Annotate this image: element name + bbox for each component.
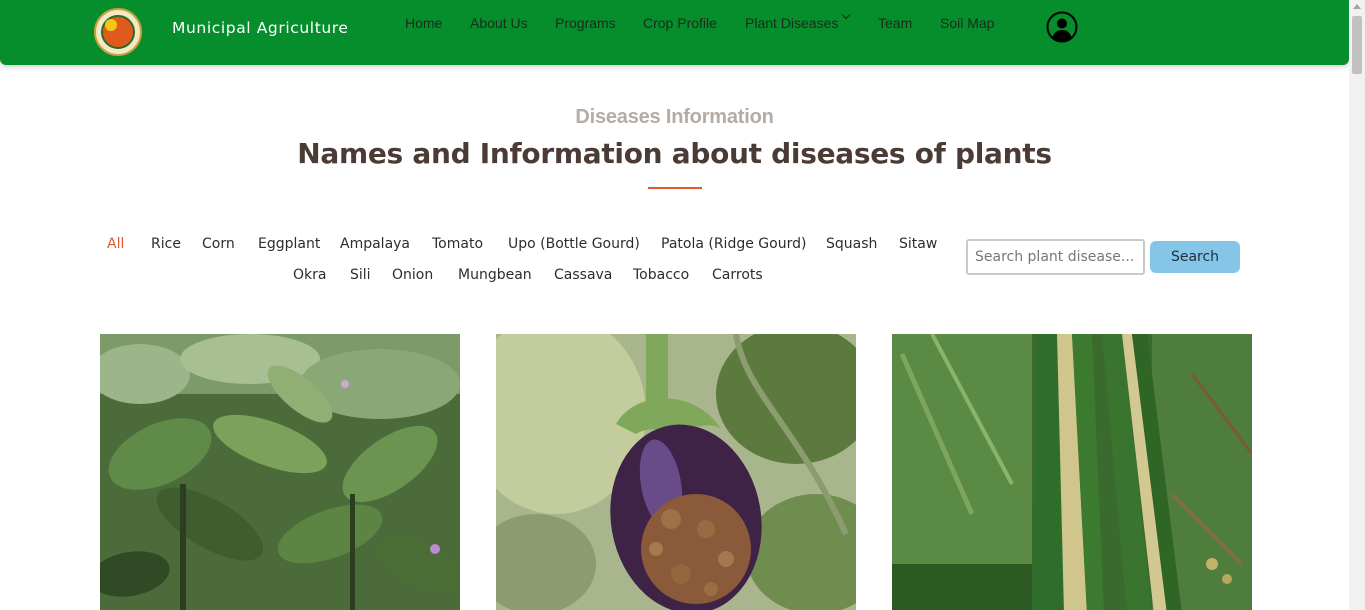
top-navbar: Municipal Agriculture Home About Us Prog…: [0, 0, 1349, 65]
search-input[interactable]: [966, 239, 1145, 275]
filter-sitaw[interactable]: Sitaw: [899, 236, 937, 252]
eggplant-fruit-rot-image: [496, 334, 856, 610]
filter-rice[interactable]: Rice: [151, 236, 181, 252]
heading-divider: [648, 187, 702, 189]
nav-item-crop-profile[interactable]: Crop Profile: [643, 15, 717, 31]
eggplant-foliage-image: [100, 334, 460, 610]
user-circle-icon[interactable]: [1046, 11, 1078, 43]
section-eyebrow: Diseases Information: [575, 106, 774, 128]
filter-okra[interactable]: Okra: [293, 267, 326, 283]
nav-item-home[interactable]: Home: [405, 15, 442, 31]
nav-item-about-us[interactable]: About Us: [470, 15, 528, 31]
brand-name[interactable]: Municipal Agriculture: [172, 19, 349, 37]
disease-card-image[interactable]: [496, 334, 856, 610]
seal-core: [105, 19, 117, 31]
filter-cassava[interactable]: Cassava: [554, 267, 612, 283]
nav-item-team[interactable]: Team: [878, 15, 912, 31]
corn-leaf-stripe-image: [892, 334, 1252, 610]
search-button[interactable]: Search: [1150, 241, 1240, 273]
filter-tomato[interactable]: Tomato: [432, 236, 483, 252]
scrollbar-thumb[interactable]: [1352, 16, 1362, 74]
page-scrollbar[interactable]: [1349, 0, 1365, 610]
filter-upo[interactable]: Upo (Bottle Gourd): [508, 236, 640, 252]
disease-card-image[interactable]: [100, 334, 460, 610]
filter-ampalaya[interactable]: Ampalaya: [340, 236, 410, 252]
disease-card-image[interactable]: [892, 334, 1252, 610]
municipal-seal-icon[interactable]: [94, 8, 142, 56]
filter-squash[interactable]: Squash: [826, 236, 877, 252]
filter-patola[interactable]: Patola (Ridge Gourd): [661, 236, 806, 252]
filter-mungbean[interactable]: Mungbean: [458, 267, 532, 283]
page-title: Names and Information about diseases of …: [297, 137, 1052, 170]
filter-eggplant[interactable]: Eggplant: [258, 236, 320, 252]
chevron-down-icon[interactable]: [841, 10, 851, 20]
filter-carrots[interactable]: Carrots: [712, 267, 763, 283]
filter-tobacco[interactable]: Tobacco: [633, 267, 689, 283]
filter-corn[interactable]: Corn: [202, 236, 235, 252]
nav-item-soil-map[interactable]: Soil Map: [940, 15, 994, 31]
nav-item-programs[interactable]: Programs: [555, 15, 616, 31]
filter-sili[interactable]: Sili: [350, 267, 371, 283]
filter-all[interactable]: All: [107, 236, 124, 252]
nav-item-plant-diseases[interactable]: Plant Diseases: [745, 15, 838, 31]
filter-onion[interactable]: Onion: [392, 267, 433, 283]
scroll-up-arrow-icon[interactable]: [1353, 4, 1361, 9]
page: Municipal Agriculture Home About Us Prog…: [0, 0, 1365, 610]
